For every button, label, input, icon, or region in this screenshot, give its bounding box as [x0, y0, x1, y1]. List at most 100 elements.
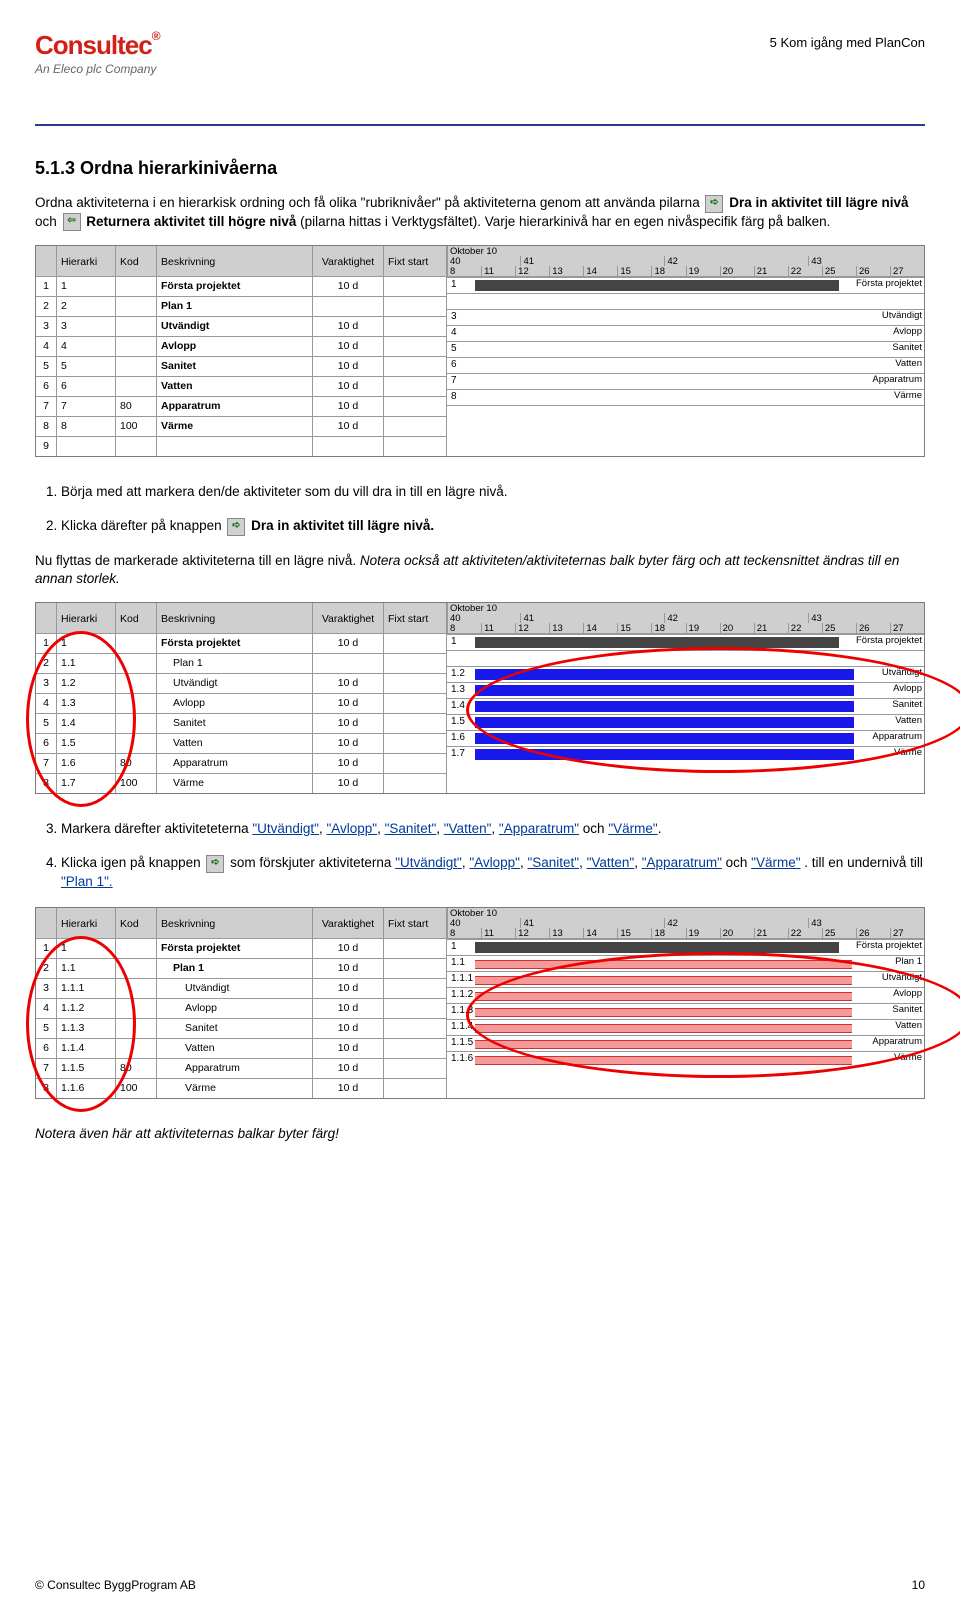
- step-1: Börja med att markera den/de aktiviteter…: [61, 483, 925, 501]
- table-cell: 2: [36, 653, 56, 673]
- table-cell: 10 d: [313, 938, 383, 958]
- term-link[interactable]: "Sanitet": [527, 855, 579, 870]
- table-cell: 5: [36, 1018, 56, 1038]
- table-cell: 10 d: [313, 753, 383, 773]
- table-cell: [384, 673, 446, 693]
- table-cell: 3: [36, 316, 56, 336]
- table-cell: 10 d: [313, 336, 383, 356]
- table-cell: [116, 693, 156, 713]
- table-cell: Utvändigt: [157, 316, 312, 336]
- column-header: Varaktighet: [313, 246, 383, 278]
- column-header: Hierarki: [57, 603, 115, 635]
- table-cell: 10 d: [313, 316, 383, 336]
- table-cell: 5: [57, 356, 115, 376]
- term-link[interactable]: "Vatten": [587, 855, 635, 870]
- logo-subtitle: An Eleco plc Company: [35, 61, 925, 77]
- table-cell: [384, 958, 446, 978]
- table-cell: [384, 773, 446, 793]
- table-cell: 10 d: [313, 958, 383, 978]
- table-cell: Avlopp: [157, 336, 312, 356]
- table-cell: [116, 653, 156, 673]
- table-cell: [116, 316, 156, 336]
- table-cell: [116, 376, 156, 396]
- gantt-row: 1.1.2Avlopp: [447, 987, 924, 1003]
- intro-paragraph: Ordna aktiviteterna i en hierarkisk ordn…: [35, 194, 925, 231]
- table-cell: 1: [57, 633, 115, 653]
- indent-right-icon[interactable]: ➪: [705, 195, 723, 213]
- table-cell: 10 d: [313, 978, 383, 998]
- table-cell: 1.7: [57, 773, 115, 793]
- table-cell: 10 d: [313, 733, 383, 753]
- table-cell: 1.1.6: [57, 1078, 115, 1098]
- table-cell: [116, 938, 156, 958]
- table-cell: Värme: [157, 1078, 312, 1098]
- table-cell: [116, 356, 156, 376]
- gantt-row: 1.5Vatten: [447, 714, 924, 730]
- term-link[interactable]: "Vatten": [444, 821, 492, 836]
- term-link[interactable]: "Utvändigt": [252, 821, 319, 836]
- table-cell: 2: [57, 296, 115, 316]
- term-link[interactable]: "Plan 1".: [61, 874, 113, 889]
- note-paragraph-1: Nu flyttas de markerade aktiviteterna ti…: [35, 552, 925, 588]
- gantt-row: 1Första projektet: [447, 277, 924, 293]
- gantt-row: 1.1Plan 1: [447, 955, 924, 971]
- term-link[interactable]: "Apparatrum": [499, 821, 579, 836]
- indent-right-icon[interactable]: ➪: [227, 518, 245, 536]
- table-cell: [116, 436, 156, 456]
- table-cell: 10 d: [313, 693, 383, 713]
- table-cell: 7: [57, 396, 115, 416]
- table-cell: Plan 1: [157, 296, 312, 316]
- gantt-row: 4Avlopp: [447, 325, 924, 341]
- term-link[interactable]: "Avlopp": [469, 855, 520, 870]
- closing-note: Notera även här att aktiviteternas balka…: [35, 1125, 925, 1143]
- table-cell: Plan 1: [157, 958, 312, 978]
- table-cell: [384, 296, 446, 316]
- term-link[interactable]: "Apparatrum": [642, 855, 722, 870]
- table-cell: 3: [36, 978, 56, 998]
- table-cell: 10 d: [313, 376, 383, 396]
- term-link[interactable]: "Värme": [608, 821, 657, 836]
- table-cell: [384, 693, 446, 713]
- table-cell: Plan 1: [157, 653, 312, 673]
- column-header: Beskrivning: [157, 908, 312, 940]
- table-cell: 1.4: [57, 713, 115, 733]
- table-cell: [313, 436, 383, 456]
- table-cell: 4: [36, 693, 56, 713]
- table-cell: 4: [57, 336, 115, 356]
- column-header: Fixt start: [384, 246, 446, 278]
- table-cell: 5: [36, 713, 56, 733]
- gantt-row: 1.7Värme: [447, 746, 924, 762]
- table-cell: 2: [36, 296, 56, 316]
- table-cell: [384, 978, 446, 998]
- table-cell: Värme: [157, 773, 312, 793]
- indent-right-icon[interactable]: ➪: [206, 855, 224, 873]
- column-header: Fixt start: [384, 603, 446, 635]
- table-cell: 10 d: [313, 1058, 383, 1078]
- section-heading: 5.1.3 Ordna hierarkinivåerna: [35, 156, 925, 180]
- table-cell: 1.1.5: [57, 1058, 115, 1078]
- table-cell: 1.3: [57, 693, 115, 713]
- table-cell: [384, 396, 446, 416]
- term-link[interactable]: "Sanitet": [385, 821, 437, 836]
- gantt-row: [447, 650, 924, 666]
- table-cell: 4: [36, 998, 56, 1018]
- term-link[interactable]: "Värme": [751, 855, 800, 870]
- table-cell: 1.1.2: [57, 998, 115, 1018]
- table-cell: 9: [36, 436, 56, 456]
- term-link[interactable]: "Utvändigt": [395, 855, 462, 870]
- table-cell: 8: [36, 1078, 56, 1098]
- table-cell: Sanitet: [157, 356, 312, 376]
- gantt-row: 1.1.4Vatten: [447, 1019, 924, 1035]
- table-cell: 10 d: [313, 416, 383, 436]
- table-cell: Apparatrum: [157, 396, 312, 416]
- gantt-row: 1Första projektet: [447, 634, 924, 650]
- table-cell: [157, 436, 312, 456]
- table-cell: 10 d: [313, 276, 383, 296]
- table-cell: 10 d: [313, 1038, 383, 1058]
- step-2: Klicka därefter på knappen ➪ Dra in akti…: [61, 517, 925, 535]
- indent-left-icon[interactable]: ⇦: [63, 213, 81, 231]
- table-cell: 8: [57, 416, 115, 436]
- table-cell: 1.1.3: [57, 1018, 115, 1038]
- table-cell: 8: [36, 416, 56, 436]
- term-link[interactable]: "Avlopp": [326, 821, 377, 836]
